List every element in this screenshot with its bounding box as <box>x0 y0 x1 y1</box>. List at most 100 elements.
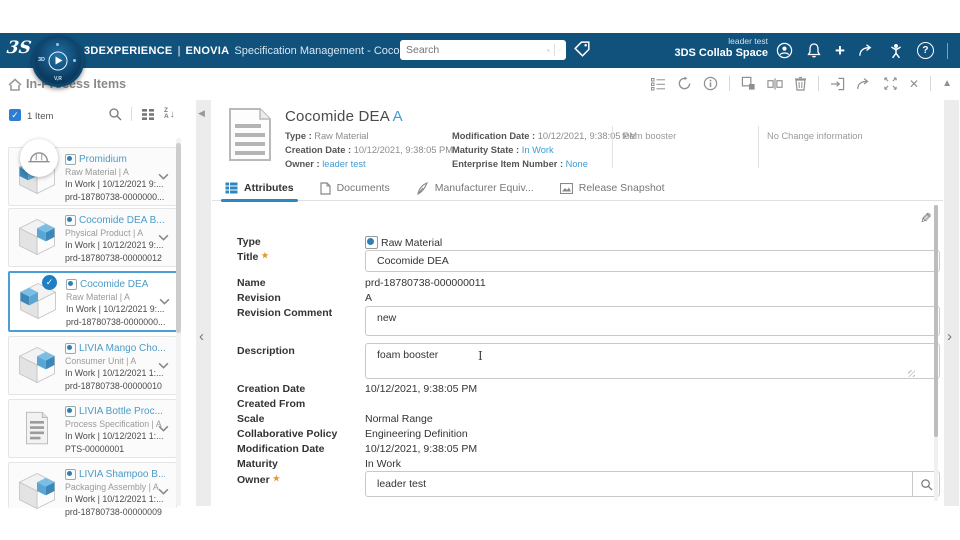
owner-link[interactable]: leader test <box>322 159 365 169</box>
item-title-link[interactable]: LIVIA Bottle Proc... <box>79 406 163 417</box>
owner-input[interactable] <box>366 478 912 490</box>
field-value-modification-date: 10/12/2021, 9:38:05 PM <box>365 443 478 455</box>
product-type-icon <box>65 342 76 354</box>
change-note: No Change information <box>767 131 863 141</box>
item-type: Process Specification | A <box>65 419 162 430</box>
field-label-type: Type <box>237 236 261 248</box>
tab-attributes[interactable]: Attributes <box>221 176 298 202</box>
item-title-link[interactable]: Cocomide DEA <box>80 279 148 290</box>
detail-title: Cocomide DEA A <box>285 108 403 125</box>
form-scrollbar[interactable] <box>934 205 938 501</box>
right-panel-strip[interactable]: › <box>944 100 959 506</box>
duplicate-icon[interactable] <box>741 76 756 91</box>
attributes-icon <box>225 182 238 194</box>
revision-comment-textarea[interactable]: new <box>365 306 940 336</box>
collab-space-name: 3DS Collab Space <box>674 46 768 59</box>
refresh-icon[interactable] <box>677 76 692 91</box>
breadcrumb-row: In-Process Items ✕ ▲ <box>0 68 960 100</box>
actions-toolbar: ✕ ▲ <box>650 76 952 91</box>
maturity-link[interactable]: In Work <box>522 145 554 155</box>
search-input[interactable] <box>400 44 547 56</box>
scrollbar-thumb[interactable] <box>176 143 181 333</box>
info-icon[interactable] <box>703 76 718 91</box>
add-icon[interactable]: + <box>835 42 845 59</box>
owner-field <box>365 471 940 497</box>
item-type: Raw Material | A <box>66 292 130 303</box>
item-id: prd-18780738-0000000... <box>66 316 166 327</box>
share-icon[interactable] <box>856 77 872 91</box>
open-in-icon[interactable] <box>830 77 845 91</box>
required-icon: ★ <box>272 474 280 483</box>
swym-icon[interactable] <box>888 43 904 59</box>
item-thumbnail-cube <box>18 473 56 510</box>
share-icon[interactable] <box>858 43 875 58</box>
sort-icon[interactable]: ZA ↓ <box>164 107 175 121</box>
document-preview-icon <box>229 108 271 161</box>
view-mode-icon[interactable] <box>141 108 155 121</box>
chevron-down-icon[interactable] <box>159 298 170 305</box>
item-title-link[interactable]: Promidium <box>79 154 127 165</box>
compare-icon[interactable] <box>767 77 783 91</box>
tab-manufacturer-equivalents[interactable]: Manufacturer Equiv... <box>416 176 534 201</box>
item-id: prd-18780738-00000009 <box>65 506 162 517</box>
chevron-down-icon[interactable] <box>158 362 169 369</box>
title-input[interactable] <box>365 250 940 272</box>
document-type-icon <box>65 405 76 417</box>
list-item[interactable]: Cocomide DEA B... Physical Product | A I… <box>8 208 177 267</box>
select-all-checkbox[interactable]: ✓ <box>9 109 21 121</box>
help-icon[interactable]: ? <box>916 42 934 59</box>
revision-label[interactable]: A <box>393 108 403 125</box>
item-type: Raw Material | A <box>65 167 129 178</box>
field-label-name: Name <box>237 277 266 289</box>
item-status: In Work | 10/12/2021 1:... <box>65 368 164 379</box>
compass-icon[interactable]: 3D V,R <box>32 35 84 87</box>
expand-icon[interactable] <box>883 76 898 91</box>
compass-quadrant-icon <box>73 59 76 62</box>
collapse-up-icon[interactable]: ▲ <box>942 78 952 89</box>
chevron-down-icon[interactable] <box>559 47 561 53</box>
bell-icon[interactable] <box>806 42 822 59</box>
description-textarea[interactable]: foam booster <box>365 343 940 379</box>
search-icon[interactable] <box>108 107 122 121</box>
field-label-revision: Revision <box>237 292 281 304</box>
chevron-left-icon[interactable]: ‹ <box>199 328 204 345</box>
sidebar-scrollbar[interactable] <box>176 138 181 506</box>
scrollbar-thumb[interactable] <box>934 205 938 437</box>
divider <box>729 76 731 91</box>
chevron-down-icon[interactable] <box>158 488 169 495</box>
chevron-down-icon[interactable] <box>158 425 169 432</box>
item-title-link[interactable]: LIVIA Mango Cho... <box>79 343 165 354</box>
field-label-description: Description <box>237 345 295 357</box>
ein-link[interactable]: None <box>566 159 588 169</box>
assistant-helmet-icon[interactable] <box>20 139 58 177</box>
sidebar-collapse-strip[interactable]: ◀ ‹ <box>196 100 211 506</box>
user-icon[interactable] <box>776 42 793 59</box>
item-title-link[interactable]: Cocomide DEA B... <box>79 215 165 226</box>
chevron-down-icon[interactable] <box>158 173 169 180</box>
item-thumbnail-cube <box>18 219 56 256</box>
edit-pencil-icon[interactable]: ✎ <box>920 210 932 227</box>
field-value-scale: Normal Range <box>365 413 433 425</box>
close-icon[interactable]: ✕ <box>909 78 919 90</box>
search-icon[interactable] <box>547 44 550 57</box>
rules-icon[interactable] <box>650 77 666 91</box>
triangle-left-icon[interactable]: ◀ <box>198 108 205 119</box>
list-item[interactable]: LIVIA Bottle Proc... Process Specificati… <box>8 399 177 458</box>
item-id: prd-18780738-0000000... <box>65 191 165 202</box>
list-item[interactable]: LIVIA Mango Cho... Consumer Unit | A In … <box>8 336 177 395</box>
home-icon[interactable] <box>8 78 22 91</box>
tab-documents[interactable]: Documents <box>319 176 390 201</box>
chevron-right-icon[interactable]: › <box>947 328 952 345</box>
app-context-label[interactable]: Specification Management - Cocomi... <box>234 45 420 57</box>
play-icon[interactable] <box>48 51 68 71</box>
tab-release-snapshot[interactable]: Release Snapshot <box>559 176 665 201</box>
product-type-icon <box>65 153 76 165</box>
tag-icon[interactable] <box>572 39 593 60</box>
list-item-selected[interactable]: ✓ Cocomide DEA Raw Material | A In Work … <box>8 271 179 332</box>
list-item[interactable]: LIVIA Shampoo B... Packaging Assembly | … <box>8 462 177 517</box>
item-title-link[interactable]: LIVIA Shampoo B... <box>79 469 165 480</box>
user-info[interactable]: leader test 3DS Collab Space <box>620 36 768 60</box>
delete-icon[interactable] <box>794 76 807 91</box>
chevron-down-icon[interactable] <box>158 234 169 241</box>
resize-handle[interactable] <box>908 370 915 377</box>
